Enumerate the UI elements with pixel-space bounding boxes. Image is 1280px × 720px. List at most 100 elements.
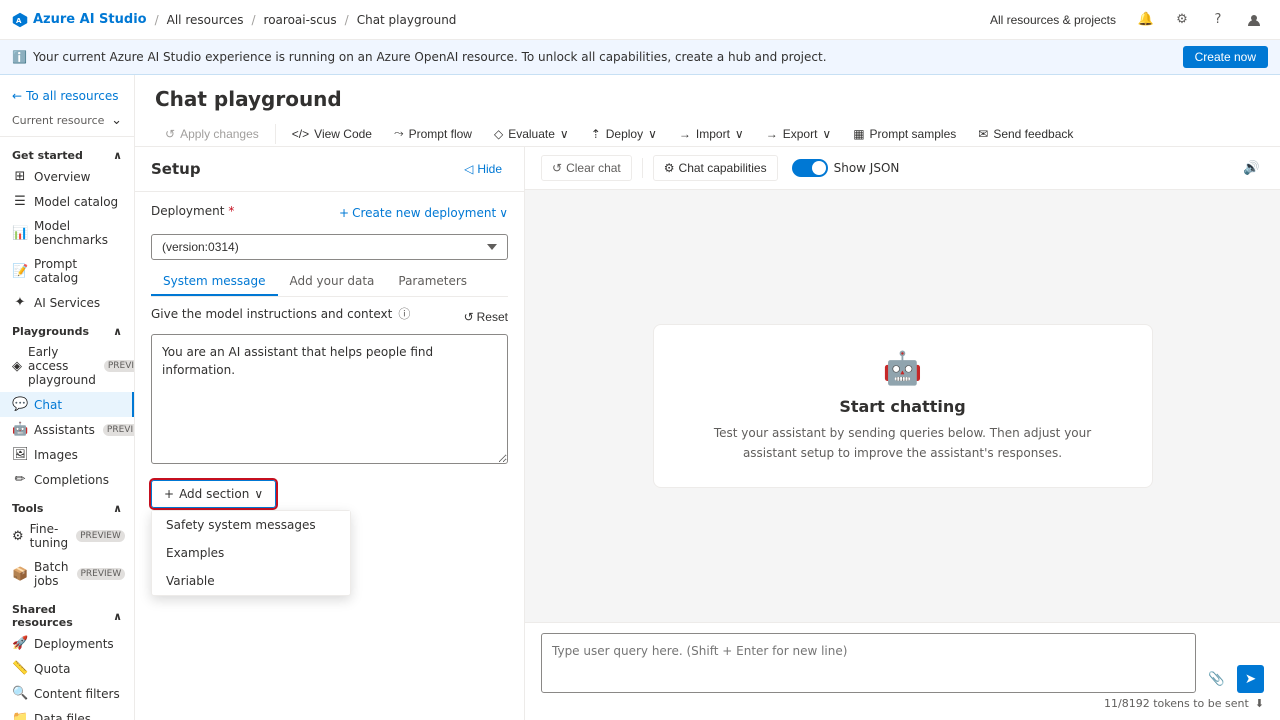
batch-jobs-icon: 📦 — [12, 567, 28, 582]
sidebar-item-label: Data files — [34, 712, 91, 720]
audio-button[interactable]: 🔊 — [1239, 156, 1264, 180]
download-icon: ⬇ — [1255, 697, 1264, 710]
sidebar-item-model-benchmarks[interactable]: 📊 Model benchmarks — [0, 214, 134, 252]
resources-button[interactable]: All resources & projects — [982, 9, 1124, 31]
sidebar-item-quota[interactable]: 📏 Quota — [0, 656, 134, 681]
instructions-text: Give the model instructions and context — [151, 307, 392, 321]
token-count: 11/8192 tokens to be sent ⬇ — [541, 693, 1264, 710]
show-json-toggle-group: Show JSON — [792, 159, 900, 177]
breadcrumb-sep-2: / — [252, 13, 256, 27]
nav-left: A Azure AI Studio / All resources / roar… — [12, 12, 456, 28]
account-icon[interactable] — [1240, 6, 1268, 34]
prompt-catalog-icon: 📝 — [12, 264, 28, 279]
sidebar-item-label: Chat — [34, 398, 62, 412]
deployment-text: Deployment — [151, 204, 224, 218]
reset-icon: ↺ — [464, 310, 474, 324]
attach-button[interactable]: 📎 — [1202, 665, 1231, 693]
section-get-started[interactable]: Get started ∧ — [0, 143, 134, 164]
dropdown-item-safety[interactable]: Safety system messages — [152, 511, 350, 539]
sidebar-item-completions[interactable]: ✏ Completions — [0, 467, 134, 492]
sidebar-item-prompt-catalog[interactable]: 📝 Prompt catalog — [0, 252, 134, 290]
main-layout: ← To all resources Current resource ⌄ Ge… — [0, 75, 1280, 720]
plus-icon: + — [339, 206, 349, 220]
clear-chat-button[interactable]: ↺ Clear chat — [541, 155, 632, 181]
send-feedback-button[interactable]: ✉ Send feedback — [968, 122, 1083, 146]
chat-input[interactable] — [541, 633, 1196, 693]
view-code-icon: </> — [292, 127, 309, 141]
notifications-icon[interactable]: 🔔 — [1132, 6, 1160, 34]
tab-parameters[interactable]: Parameters — [386, 268, 479, 296]
sidebar-item-batch-jobs[interactable]: 📦 Batch jobs PREVIEW — [0, 555, 134, 593]
sidebar-item-images[interactable]: 🖼 Images — [0, 442, 134, 467]
hide-button[interactable]: ◁ Hide — [458, 159, 508, 179]
import-chevron-icon: ∨ — [735, 127, 744, 141]
tab-system-message[interactable]: System message — [151, 268, 278, 296]
prompt-flow-button[interactable]: ⤳ Prompt flow — [384, 121, 482, 146]
sidebar-item-assistants[interactable]: 🤖 Assistants PREVIEW — [0, 417, 134, 442]
tab-add-data[interactable]: Add your data — [278, 268, 387, 296]
chat-capabilities-button[interactable]: ⚙ Chat capabilities — [653, 155, 778, 181]
section-playgrounds[interactable]: Playgrounds ∧ — [0, 319, 134, 340]
token-count-text: 11/8192 tokens to be sent — [1104, 697, 1249, 710]
sidebar-item-model-catalog[interactable]: ☰ Model catalog — [0, 189, 134, 214]
section-shared-resources[interactable]: Shared resources ∧ — [0, 597, 134, 631]
back-to-all-resources[interactable]: ← To all resources — [0, 83, 134, 109]
import-button[interactable]: → Import ∨ — [669, 122, 754, 146]
top-nav: A Azure AI Studio / All resources / roar… — [0, 0, 1280, 40]
sidebar-item-label: Overview — [34, 170, 91, 184]
sidebar-item-ai-services[interactable]: ✦ AI Services — [0, 290, 134, 315]
sidebar-item-fine-tuning[interactable]: ⚙ Fine-tuning PREVIEW — [0, 517, 134, 555]
page-title: Chat playground — [155, 87, 1260, 111]
send-feedback-icon: ✉ — [978, 127, 988, 141]
evaluate-label: Evaluate — [508, 127, 555, 141]
sidebar-item-chat[interactable]: 💬 Chat — [0, 392, 134, 417]
create-deployment-link[interactable]: + Create new deployment ∨ — [339, 206, 508, 220]
show-json-toggle[interactable] — [792, 159, 828, 177]
sidebar-item-overview[interactable]: ⊞ Overview — [0, 164, 134, 189]
sidebar-item-label: Completions — [34, 473, 109, 487]
chat-toolbar: ↺ Clear chat ⚙ Chat capabilities Show JS… — [525, 147, 1280, 190]
help-icon[interactable]: ? — [1204, 6, 1232, 34]
prompt-samples-label: Prompt samples — [870, 127, 957, 141]
deploy-button[interactable]: ⇡ Deploy ∨ — [581, 122, 667, 146]
deployment-select[interactable]: (version:0314) — [151, 234, 508, 260]
info-icon: ℹ️ — [12, 50, 27, 64]
resource-chevron-icon[interactable]: ⌄ — [111, 113, 122, 128]
apply-changes-button[interactable]: ↺ Apply changes — [155, 122, 269, 146]
setup-header: Setup ◁ Hide — [135, 147, 524, 192]
prompt-samples-button[interactable]: ▦ Prompt samples — [843, 122, 966, 146]
sidebar-item-label: Model catalog — [34, 195, 118, 209]
bot-icon: 🤖 — [686, 349, 1120, 387]
sidebar-item-deployments[interactable]: 🚀 Deployments — [0, 631, 134, 656]
system-message-textarea[interactable]: You are an AI assistant that helps peopl… — [151, 334, 508, 464]
breadcrumb-hub[interactable]: roaroai-scus — [264, 13, 337, 27]
sidebar-item-early-access[interactable]: ◈ Early access playground PREVIEW — [0, 340, 134, 392]
reset-button[interactable]: ↺ Reset — [464, 310, 508, 324]
section-tools[interactable]: Tools ∧ — [0, 496, 134, 517]
assistants-icon: 🤖 — [12, 422, 28, 437]
sidebar-item-data-files[interactable]: 📁 Data files — [0, 706, 134, 720]
audio-icon: 🔊 — [1243, 160, 1260, 175]
setup-panel: Setup ◁ Hide Deployment * + Cr — [135, 147, 525, 720]
evaluate-button[interactable]: ◇ Evaluate ∨ — [484, 122, 579, 146]
dropdown-item-examples[interactable]: Examples — [152, 539, 350, 567]
sidebar-item-content-filters[interactable]: 🔍 Content filters — [0, 681, 134, 706]
model-catalog-icon: ☰ — [12, 194, 28, 209]
main-content: Chat playground ↺ Apply changes </> View… — [135, 75, 1280, 720]
content-filters-icon: 🔍 — [12, 686, 28, 701]
export-button[interactable]: → Export ∨ — [756, 122, 841, 146]
dropdown-item-variable[interactable]: Variable — [152, 567, 350, 595]
app-logo[interactable]: A Azure AI Studio — [12, 12, 147, 28]
tab-system-message-label: System message — [163, 274, 266, 288]
export-chevron-icon: ∨ — [822, 127, 831, 141]
send-button[interactable]: ➤ — [1237, 665, 1264, 693]
prompt-flow-label: Prompt flow — [409, 127, 472, 141]
breadcrumb-all-resources[interactable]: All resources — [167, 13, 244, 27]
view-code-button[interactable]: </> View Code — [282, 122, 382, 146]
images-icon: 🖼 — [12, 447, 28, 462]
create-now-button[interactable]: Create now — [1183, 46, 1268, 68]
settings-icon[interactable]: ⚙ — [1168, 6, 1196, 34]
chat-toolbar-separator — [642, 158, 643, 178]
add-section-button[interactable]: + Add section ∨ — [151, 480, 276, 508]
preview-badge-3: PREVIEW — [76, 530, 125, 542]
